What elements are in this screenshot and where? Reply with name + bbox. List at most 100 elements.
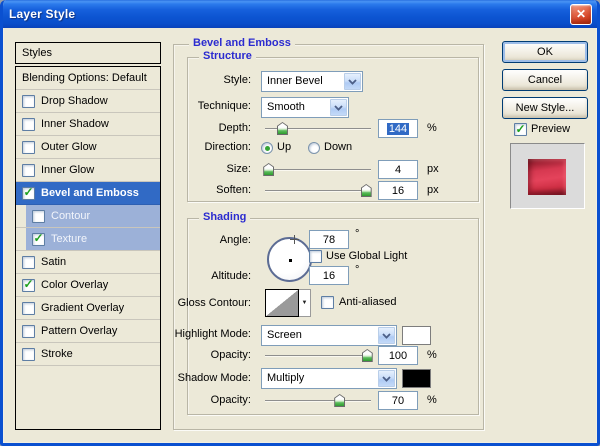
sidebar-item-pattern-overlay[interactable]: Pattern Overlay xyxy=(16,320,160,343)
sidebar-item-drop-shadow[interactable]: Drop Shadow xyxy=(16,90,160,113)
check-icon: ✓ xyxy=(23,277,34,291)
contour-dropdown-arrow[interactable]: ▼ xyxy=(299,289,311,317)
technique-dropdown[interactable]: Smooth xyxy=(261,97,349,118)
pattern-overlay-checkbox[interactable] xyxy=(22,324,35,338)
anti-aliased-checkbox[interactable] xyxy=(321,296,334,309)
shadow-opacity-input[interactable]: 70 xyxy=(378,391,418,410)
depth-slider-thumb[interactable] xyxy=(276,122,288,135)
sidebar-item-color-overlay[interactable]: ✓ Color Overlay xyxy=(16,274,160,297)
sidebar-item-contour[interactable]: Contour xyxy=(16,205,160,228)
altitude-unit: ° xyxy=(355,264,360,276)
new-style-label: New Style... xyxy=(515,102,575,114)
sidebar-item-label: Inner Shadow xyxy=(41,118,109,130)
ok-button[interactable]: OK xyxy=(502,41,588,63)
inner-shadow-checkbox[interactable] xyxy=(22,117,35,131)
gloss-contour-picker[interactable]: ▼ xyxy=(265,289,311,317)
texture-checkbox[interactable]: ✓ xyxy=(32,232,45,246)
direction-up-radio[interactable] xyxy=(261,142,273,154)
sidebar-item-bevel-and-emboss[interactable]: ✓ Bevel and Emboss xyxy=(16,182,160,205)
satin-checkbox[interactable] xyxy=(22,255,35,269)
angle-value: 78 xyxy=(322,233,336,246)
highlight-mode-label: Highlight Mode: xyxy=(174,328,251,340)
soften-unit: px xyxy=(427,184,439,196)
triangle-down-icon: ▼ xyxy=(301,300,308,306)
direction-down-radio[interactable] xyxy=(308,142,320,154)
size-slider-track[interactable] xyxy=(265,169,371,170)
sidebar-item-gradient-overlay[interactable]: Gradient Overlay xyxy=(16,297,160,320)
sidebar-item-label: Satin xyxy=(41,256,67,268)
window-title: Layer Style xyxy=(9,7,76,21)
drop-shadow-checkbox[interactable] xyxy=(22,94,35,108)
highlight-mode-dropdown[interactable]: Screen xyxy=(261,325,397,346)
highlight-color-swatch[interactable] xyxy=(402,326,431,345)
size-slider-thumb[interactable] xyxy=(263,163,275,176)
panel-title: Bevel and Emboss xyxy=(189,37,295,49)
check-icon: ✓ xyxy=(515,121,526,136)
altitude-input[interactable]: 16 xyxy=(309,266,349,285)
sub-item-wrap: ✓ Texture xyxy=(26,228,160,250)
chevron-down-icon[interactable] xyxy=(378,370,395,387)
chevron-down-icon[interactable] xyxy=(330,99,347,116)
depth-slider xyxy=(265,121,371,136)
close-button[interactable]: ✕ xyxy=(570,4,592,25)
angle-dial[interactable] xyxy=(267,237,312,282)
sidebar-item-texture[interactable]: ✓ Texture xyxy=(16,228,160,251)
sidebar-item-outer-glow[interactable]: Outer Glow xyxy=(16,136,160,159)
chevron-down-icon[interactable] xyxy=(378,327,395,344)
sidebar-item-label: Pattern Overlay xyxy=(41,325,118,337)
preview-checkbox[interactable]: ✓ xyxy=(514,123,527,136)
sidebar-item-blending-options[interactable]: Blending Options: Default xyxy=(16,67,160,90)
preview-thumbnail-box xyxy=(510,143,585,209)
size-input[interactable]: 4 xyxy=(378,160,418,179)
soften-input[interactable]: 16 xyxy=(378,181,418,200)
shadow-mode-dropdown[interactable]: Multiply xyxy=(261,368,397,389)
inner-glow-checkbox[interactable] xyxy=(22,163,35,177)
preview-label: Preview xyxy=(531,123,571,135)
shadow-color-swatch[interactable] xyxy=(402,369,431,388)
soften-slider-thumb[interactable] xyxy=(360,184,372,197)
sidebar-item-label: Bevel and Emboss xyxy=(41,187,139,199)
size-unit: px xyxy=(427,163,439,175)
color-overlay-checkbox[interactable]: ✓ xyxy=(22,277,35,292)
sidebar-item-label: Stroke xyxy=(41,348,73,360)
highlight-opacity-track[interactable] xyxy=(265,355,371,356)
highlight-opacity-value: 100 xyxy=(388,349,408,362)
shadow-mode-label: Shadow Mode: xyxy=(177,372,251,384)
cancel-button[interactable]: Cancel xyxy=(502,69,588,91)
dial-center-dot xyxy=(288,259,292,263)
chevron-down-icon[interactable] xyxy=(344,73,361,90)
preview-red-swatch xyxy=(528,159,566,195)
depth-unit: % xyxy=(427,122,437,134)
anti-aliased-label: Anti-aliased xyxy=(339,296,397,308)
shadow-opacity-thumb[interactable] xyxy=(334,394,346,407)
direction-down-label: Down xyxy=(324,141,353,153)
sidebar-item-inner-shadow[interactable]: Inner Shadow xyxy=(16,113,160,136)
new-style-button[interactable]: New Style... xyxy=(502,97,588,119)
contour-checkbox[interactable] xyxy=(32,209,45,223)
altitude-label: Altitude: xyxy=(211,270,251,282)
gloss-contour-label: Gloss Contour: xyxy=(177,297,251,309)
soften-slider-track[interactable] xyxy=(265,190,371,191)
use-global-light-checkbox[interactable] xyxy=(309,250,322,263)
size-label: Size: xyxy=(226,163,251,175)
style-dropdown[interactable]: Inner Bevel xyxy=(261,71,363,92)
depth-input[interactable]: 144 xyxy=(378,119,418,138)
highlight-opacity-label: Opacity: xyxy=(210,349,251,361)
highlight-opacity-slider xyxy=(265,348,373,363)
highlight-mode-value: Screen xyxy=(267,329,302,341)
shadow-opacity-track[interactable] xyxy=(265,400,371,401)
titlebar[interactable]: Layer Style ✕ xyxy=(3,0,597,28)
highlight-opacity-input[interactable]: 100 xyxy=(378,346,418,365)
contour-thumbnail[interactable] xyxy=(265,289,299,317)
sidebar-item-satin[interactable]: Satin xyxy=(16,251,160,274)
outer-glow-checkbox[interactable] xyxy=(22,140,35,154)
stroke-checkbox[interactable] xyxy=(22,347,35,361)
technique-value: Smooth xyxy=(267,101,305,113)
bevel-and-emboss-checkbox[interactable]: ✓ xyxy=(22,186,35,200)
shadow-opacity-value: 70 xyxy=(391,394,405,407)
angle-input[interactable]: 78 xyxy=(309,230,349,249)
gradient-overlay-checkbox[interactable] xyxy=(22,301,35,315)
size-slider xyxy=(263,162,371,177)
sidebar-item-stroke[interactable]: Stroke xyxy=(16,343,160,366)
sidebar-item-inner-glow[interactable]: Inner Glow xyxy=(16,159,160,182)
